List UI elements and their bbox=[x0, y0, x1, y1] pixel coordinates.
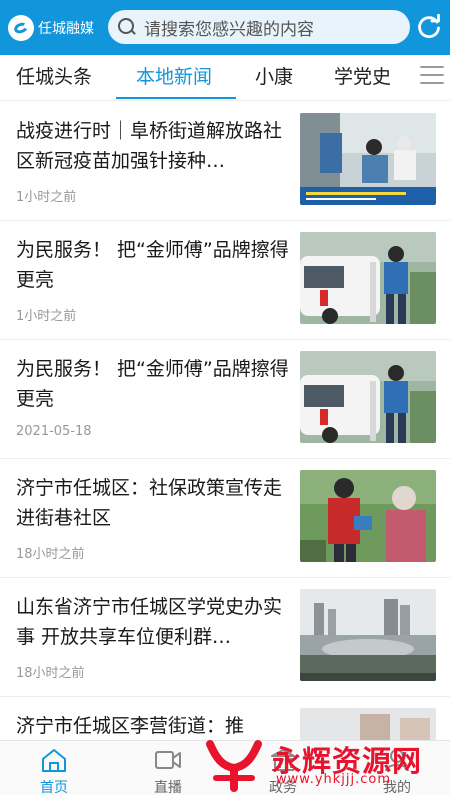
logo-text: 任城融媒 bbox=[38, 20, 94, 37]
watermark-logo-icon bbox=[206, 740, 262, 792]
news-item[interactable]: 为民服务！ 把“金师傅”品牌擦得更亮 1小时之前 bbox=[0, 221, 450, 340]
news-feed: 战疫进行时｜阜桥街道解放路社区新冠疫苗加强针接种… 1小时之前 为民服务！ 把“… bbox=[0, 102, 450, 740]
news-title: 为民服务！ 把“金师傅”品牌擦得更亮 bbox=[16, 239, 289, 291]
search-bar[interactable]: 请搜索您感兴趣的内容 bbox=[108, 10, 410, 44]
nav-home-label: 首页 bbox=[40, 780, 68, 795]
app-logo[interactable]: 任城融媒 bbox=[8, 14, 103, 41]
nav-home[interactable]: 首页 bbox=[24, 741, 84, 795]
search-icon bbox=[118, 18, 136, 36]
news-title: 济宁市任城区：社保政策宣传走进街巷社区 bbox=[16, 477, 283, 529]
news-item[interactable]: 为民服务！ 把“金师傅”品牌擦得更亮 2021-05-18 bbox=[0, 340, 450, 459]
news-time: 1小时之前 bbox=[16, 309, 77, 324]
refresh-icon[interactable] bbox=[416, 14, 442, 40]
news-thumbnail bbox=[300, 589, 436, 681]
tab-rencheng-headlines[interactable]: 任城头条 bbox=[16, 55, 92, 101]
tab-party-history[interactable]: 学党史 bbox=[334, 55, 391, 101]
news-thumbnail bbox=[300, 351, 436, 443]
news-title: 为民服务！ 把“金师傅”品牌擦得更亮 bbox=[16, 358, 289, 410]
search-placeholder: 请搜索您感兴趣的内容 bbox=[144, 19, 314, 40]
tab-xiaokang[interactable]: 小康 bbox=[255, 55, 293, 101]
news-item[interactable]: 山东省济宁市任城区学党史办实事 开放共享车位便利群… 18小时之前 bbox=[0, 578, 450, 697]
channel-tabs: 任城头条 本地新闻 小康 学党史 bbox=[0, 55, 450, 101]
nav-live[interactable]: 直播 bbox=[138, 741, 198, 795]
news-thumbnail bbox=[300, 232, 436, 324]
home-icon bbox=[42, 749, 66, 772]
watermark: 永辉资源网 www.yhkjjj.com bbox=[200, 736, 450, 795]
news-title: 战疫进行时｜阜桥街道解放路社区新冠疫苗加强针接种… bbox=[16, 120, 283, 172]
news-thumbnail bbox=[300, 113, 436, 205]
news-title: 山东省济宁市任城区学党史办实事 开放共享车位便利群… bbox=[16, 596, 283, 648]
tab-local-news[interactable]: 本地新闻 bbox=[136, 55, 212, 101]
logo-icon bbox=[8, 14, 34, 41]
news-time: 18小时之前 bbox=[16, 547, 85, 562]
video-icon bbox=[155, 751, 181, 769]
news-item[interactable]: 济宁市任城区：社保政策宣传走进街巷社区 18小时之前 bbox=[0, 459, 450, 578]
news-time: 2021-05-18 bbox=[16, 424, 92, 439]
nav-live-label: 直播 bbox=[154, 780, 182, 795]
news-time: 18小时之前 bbox=[16, 666, 85, 681]
channel-menu-icon[interactable] bbox=[420, 66, 444, 86]
watermark-url: www.yhkjjj.com bbox=[276, 772, 392, 787]
news-item[interactable]: 战疫进行时｜阜桥街道解放路社区新冠疫苗加强针接种… 1小时之前 bbox=[0, 102, 450, 221]
news-time: 1小时之前 bbox=[16, 190, 77, 205]
news-thumbnail bbox=[300, 470, 436, 562]
news-item[interactable]: 济宁市任城区李营街道：推 bbox=[0, 697, 450, 740]
active-tab-indicator bbox=[116, 97, 236, 99]
app-header: 任城融媒 请搜索您感兴趣的内容 bbox=[0, 0, 450, 55]
